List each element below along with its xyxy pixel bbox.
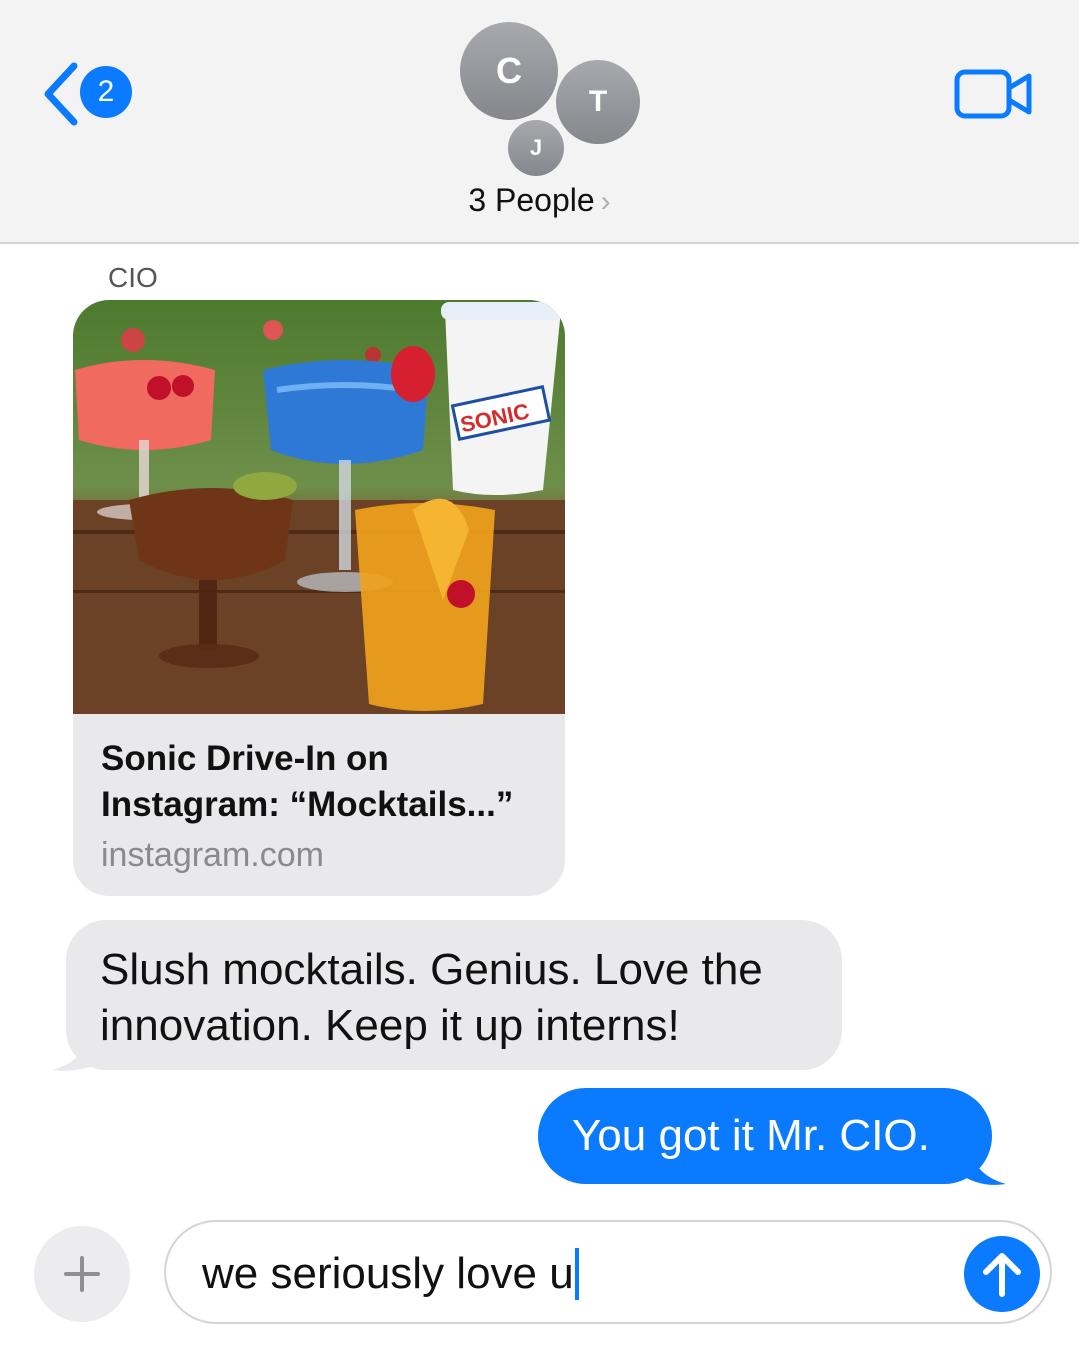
conversation-header: 2 C T J 3 People › xyxy=(0,0,1079,244)
avatar-t[interactable]: T xyxy=(556,60,640,144)
avatar-c[interactable]: C xyxy=(460,22,558,120)
apps-plus-button[interactable] xyxy=(34,1226,130,1322)
message-input[interactable]: we seriously love u xyxy=(164,1220,1052,1324)
sender-name: CIO xyxy=(108,262,158,293)
message-input-value: we seriously love u xyxy=(202,1249,574,1298)
group-details-link[interactable]: 3 People › xyxy=(0,182,1079,219)
send-button[interactable] xyxy=(964,1236,1040,1312)
plus-icon xyxy=(64,1256,100,1292)
video-camera-icon xyxy=(954,69,1032,119)
back-button[interactable]: 2 xyxy=(40,62,140,126)
outgoing-message-text: You got it Mr. CIO. xyxy=(572,1111,930,1160)
arrow-up-icon xyxy=(983,1253,1021,1297)
message-input-text[interactable]: we seriously love u xyxy=(202,1248,579,1300)
avatar-j[interactable]: J xyxy=(508,120,564,176)
facetime-video-button[interactable] xyxy=(954,68,1034,120)
incoming-message-bubble[interactable]: Slush mocktails. Genius. Love the innova… xyxy=(66,920,842,1070)
outgoing-message-bubble[interactable]: You got it Mr. CIO. xyxy=(538,1088,992,1184)
incoming-message-text: Slush mocktails. Genius. Love the innova… xyxy=(100,945,763,1050)
text-caret xyxy=(574,1248,579,1300)
link-title: Sonic Drive-In on Instagram: “Mocktails.… xyxy=(101,739,514,824)
link-preview-card[interactable]: SONIC Sonic Drive-In on Instagram: “Mock… xyxy=(73,300,565,896)
chevron-right-icon: › xyxy=(600,185,611,218)
unread-count-badge: 2 xyxy=(80,66,132,118)
link-domain: instagram.com xyxy=(101,836,324,874)
chevron-left-icon xyxy=(44,62,78,126)
group-name-label: 3 People xyxy=(468,182,595,218)
link-preview-image: SONIC xyxy=(73,300,565,714)
